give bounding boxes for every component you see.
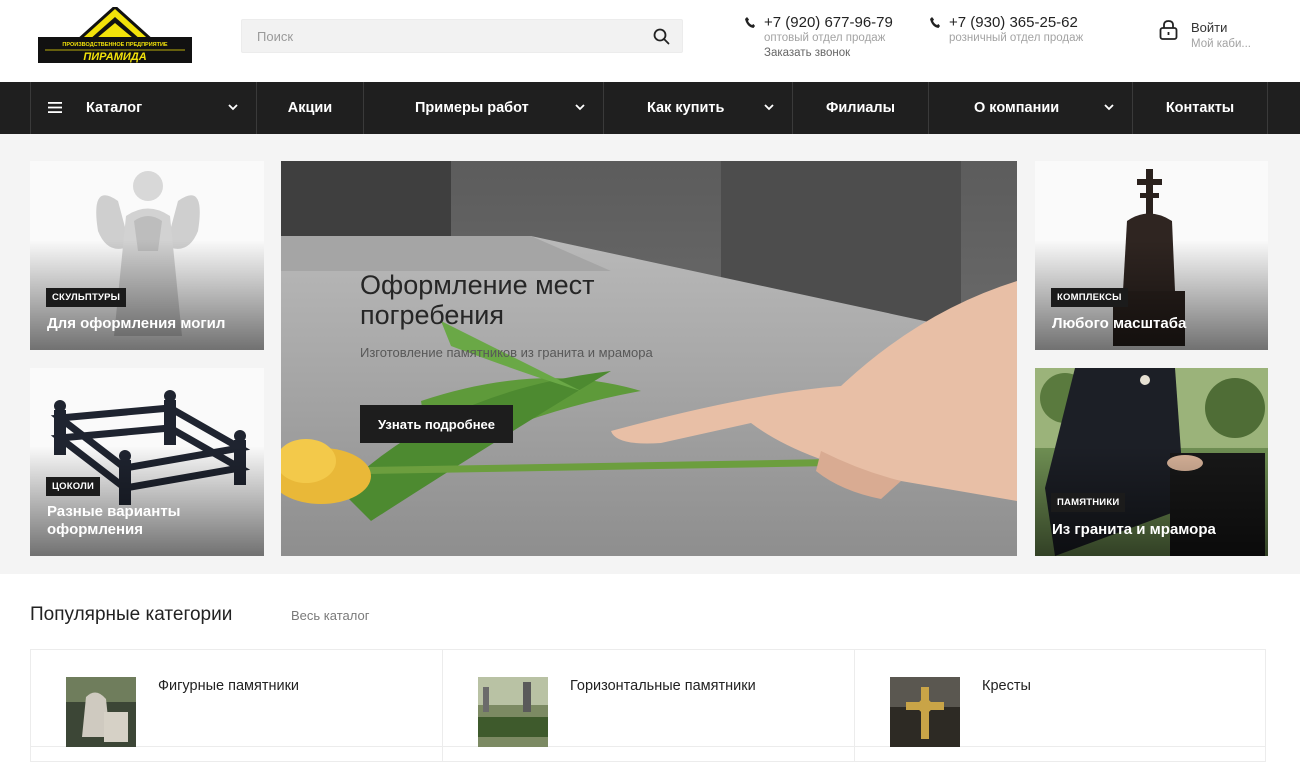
- nav-label: Каталог: [86, 100, 143, 116]
- nav-label: Как купить: [647, 100, 725, 116]
- category-badge: СКУЛЬПТУРЫ: [46, 288, 127, 307]
- chevron-down-icon: [764, 104, 774, 111]
- category-card[interactable]: Фигурные памятники: [31, 650, 443, 762]
- popular-categories-section: Популярные категории Весь каталог Фигурн…: [0, 574, 1300, 762]
- site-header: ПРОИЗВОДСТВЕННОЕ ПРЕДПРИЯТИЕ ПИРАМИДА +7…: [0, 0, 1300, 82]
- cross-image: [890, 677, 960, 747]
- chevron-down-icon: [228, 104, 238, 111]
- category-thumbnail: [478, 677, 548, 747]
- promo-tile-monuments[interactable]: ПАМЯТНИКИ Из гранита и мрамора: [1035, 368, 1268, 556]
- phone-icon: [745, 17, 755, 28]
- category-name: Горизонтальные памятники: [570, 678, 756, 694]
- promo-tile-sculptures[interactable]: СКУЛЬПТУРЫ Для оформления могил: [30, 161, 264, 350]
- chevron-down-icon: [1104, 104, 1114, 111]
- nav-item-branches[interactable]: Филиалы: [793, 82, 929, 134]
- nav-label: Контакты: [1165, 100, 1235, 116]
- hero-banner: Оформление мест погребения Изготовление …: [281, 161, 1017, 556]
- category-badge: ПАМЯТНИКИ: [1051, 493, 1126, 512]
- phone-number[interactable]: +7 (930) 365-25-62: [949, 14, 1078, 31]
- phone-number[interactable]: +7 (920) 677-96-79: [764, 14, 893, 31]
- nav-item-catalog[interactable]: Каталог: [30, 82, 257, 134]
- nav-label: Филиалы: [825, 100, 896, 116]
- category-badge: ЦОКОЛИ: [46, 477, 100, 496]
- nav-item-about[interactable]: О компании: [929, 82, 1133, 134]
- category-name: Фигурные памятники: [158, 678, 300, 694]
- nav-item-promotions[interactable]: Акции: [257, 82, 364, 134]
- nav-label: Акции: [287, 100, 333, 116]
- lock-icon: [1159, 20, 1178, 40]
- nav-item-examples[interactable]: Примеры работ: [364, 82, 604, 134]
- tile-caption: Любого масштаба: [1052, 315, 1187, 332]
- category-thumbnail: [66, 677, 136, 747]
- svg-text:ПРОИЗВОДСТВЕННОЕ ПРЕДПРИЯТИЕ: ПРОИЗВОДСТВЕННОЕ ПРЕДПРИЯТИЕ: [62, 42, 167, 48]
- tile-caption: Для оформления могил: [47, 315, 226, 332]
- phone-icon: [930, 17, 940, 28]
- horizontal-monument-image: [478, 677, 548, 747]
- category-badge: КОМПЛЕКСЫ: [1051, 288, 1128, 307]
- nav-item-contacts[interactable]: Контакты: [1133, 82, 1268, 134]
- category-thumbnail: [890, 677, 960, 747]
- search-box: [241, 19, 683, 53]
- search-icon[interactable]: [653, 28, 670, 45]
- account-label[interactable]: Мой каби...: [1191, 38, 1251, 50]
- all-catalog-link[interactable]: Весь каталог: [291, 608, 369, 623]
- category-grid: Фигурные памятники Горизонтальные памятн…: [30, 649, 1266, 762]
- order-call-link[interactable]: Заказать звонок: [764, 47, 850, 59]
- phone-label: оптовый отдел продаж: [764, 32, 886, 44]
- logo[interactable]: ПРОИЗВОДСТВЕННОЕ ПРЕДПРИЯТИЕ ПИРАМИДА: [37, 7, 193, 65]
- svg-text:ПИРАМИДА: ПИРАМИДА: [83, 51, 146, 63]
- nav-item-how-to-buy[interactable]: Как купить: [604, 82, 793, 134]
- pyramid-logo-icon: ПРОИЗВОДСТВЕННОЕ ПРЕДПРИЯТИЕ ПИРАМИДА: [38, 7, 192, 63]
- category-card[interactable]: Кресты: [855, 650, 1267, 762]
- tile-gradient: [30, 446, 264, 556]
- tile-caption: Из гранита и мрамора: [1052, 521, 1216, 538]
- nav-label: О компании: [974, 100, 1060, 116]
- learn-more-button[interactable]: Узнать подробнее: [360, 405, 513, 443]
- promo-tile-complexes[interactable]: КОМПЛЕКСЫ Любого масштаба: [1035, 161, 1268, 350]
- hamburger-icon: [48, 102, 62, 113]
- main-nav: Каталог Акции Примеры работ Как купить Ф…: [0, 82, 1300, 134]
- promo-tile-bases[interactable]: ЦОКОЛИ Разные варианты оформления: [30, 368, 264, 556]
- figured-monument-image: [66, 677, 136, 747]
- hero-title: Оформление мест погребения: [360, 270, 595, 330]
- phone-label: розничный отдел продаж: [949, 32, 1084, 44]
- category-card[interactable]: Горизонтальные памятники: [443, 650, 855, 762]
- login-label[interactable]: Войти: [1191, 20, 1227, 35]
- section-title: Популярные категории: [30, 604, 233, 625]
- tile-caption: Разные варианты оформления: [47, 503, 181, 538]
- nav-label: Примеры работ: [415, 100, 529, 116]
- hero-subtitle: Изготовление памятников из гранита и мра…: [360, 345, 653, 360]
- category-name: Кресты: [982, 678, 1031, 694]
- search-input[interactable]: [242, 20, 642, 52]
- chevron-down-icon: [575, 104, 585, 111]
